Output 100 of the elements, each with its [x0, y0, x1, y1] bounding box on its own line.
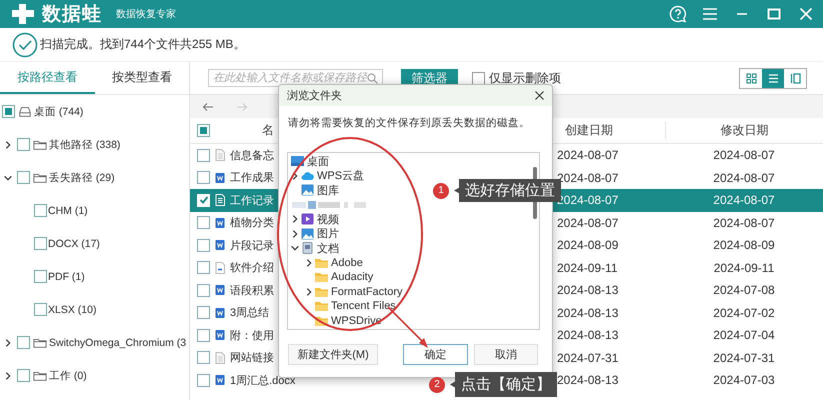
tree-item[interactable]: SwitchyOmega_Chromium (3 [49, 336, 186, 348]
checkbox[interactable] [34, 204, 47, 217]
dialog-button[interactable]: 取消 [474, 344, 538, 365]
column-header[interactable]: 创建日期 [565, 123, 613, 137]
checkbox[interactable] [197, 148, 210, 162]
chevron-right-icon[interactable] [3, 370, 13, 380]
folder-item[interactable]: 桌面 [307, 154, 329, 169]
chevron-right-icon[interactable] [3, 338, 13, 348]
word-file-icon [215, 284, 225, 296]
checkbox[interactable] [17, 369, 30, 382]
checkbox[interactable] [34, 270, 47, 283]
chevron-right-icon[interactable] [290, 228, 300, 239]
table-cell-text: 2024-08-07 [712, 170, 776, 187]
tree-item[interactable]: XLSX (10) [48, 304, 96, 316]
table-cell-text: 2024-08-07 [556, 214, 620, 232]
checkbox[interactable] [197, 216, 210, 230]
table-cell[interactable]: 语段积累 [190, 279, 278, 302]
chevron-right-icon[interactable] [290, 214, 300, 224]
folder-item[interactable]: 图片 [317, 226, 339, 242]
view-tab[interactable]: 按路径查看 [0, 62, 94, 94]
chevron-right-icon[interactable] [3, 140, 13, 150]
folder-icon [33, 336, 47, 349]
checkbox[interactable] [197, 124, 210, 137]
checkbox[interactable] [17, 138, 30, 151]
table-cell[interactable]: 片段记录 [190, 234, 278, 256]
table-cell-text: 2024-08-13 [556, 304, 620, 322]
menu-icon[interactable] [701, 5, 719, 23]
checkbox[interactable] [197, 351, 210, 364]
column-header[interactable]: 修改日期 [665, 122, 823, 139]
dialog-title: 浏览文件夹 [287, 88, 343, 103]
file-name: 附：使用 [230, 328, 274, 343]
table-cell-text: 2024-08-07 [556, 147, 620, 164]
word-file-icon [215, 306, 225, 319]
table-cell[interactable]: 植物分类 [190, 212, 278, 234]
checkbox[interactable] [17, 171, 30, 184]
folder-item[interactable]: 图库 [317, 182, 339, 198]
checkbox[interactable] [197, 284, 210, 297]
table-cell[interactable]: 网站链接 [190, 346, 278, 369]
step-number: 2 [429, 376, 445, 392]
tree-item[interactable]: 桌面 (744) [34, 104, 84, 118]
checkbox[interactable] [197, 374, 210, 387]
table-cell-text: 2024-08-09 [712, 237, 776, 254]
table-cell[interactable]: 工作记录 [190, 189, 278, 212]
checkbox[interactable] [197, 306, 210, 320]
table-cell-text: 2024-07-08 [712, 282, 776, 300]
close-icon[interactable] [535, 91, 544, 100]
table-cell[interactable]: 附：使用 [190, 324, 278, 346]
table-cell[interactable]: 3周总结 [190, 302, 278, 324]
checkbox[interactable] [197, 328, 210, 342]
folder-item[interactable]: WPSDrive [331, 314, 382, 327]
folder-item[interactable]: FormatFactory [331, 286, 403, 298]
column-header[interactable]: 名 [262, 122, 274, 139]
checkbox[interactable] [197, 238, 210, 252]
table-cell[interactable]: 软件介绍 [190, 256, 278, 279]
word-file-icon [215, 172, 225, 184]
folder-icon [315, 271, 328, 284]
view-tab[interactable]: 按类型查看 [94, 62, 189, 94]
checkbox[interactable] [17, 336, 30, 349]
view-mode-button[interactable] [762, 68, 784, 88]
chevron-right-icon[interactable] [304, 286, 314, 297]
table-cell[interactable]: 信息备忘 [190, 144, 278, 166]
table-cell-text: 2024-08-13 [556, 372, 620, 390]
scan-status: 扫描完成。找到744个文件共255 MB。 [40, 36, 246, 53]
tree-item[interactable]: 工作 (0) [49, 368, 87, 382]
dialog-button[interactable]: 新建文件夹(M) [288, 344, 378, 365]
table-cell-text: 2024-08-13 [556, 327, 620, 344]
table-cell-text: 2024-07-04 [712, 327, 776, 344]
file-name: 工作记录 [230, 194, 274, 208]
table-cell[interactable]: 1周汇总.docx [190, 369, 298, 392]
tree-item[interactable]: DOCX (17) [48, 238, 100, 250]
checkbox[interactable] [34, 303, 47, 316]
table-cell: 2024-08-07 [665, 189, 823, 212]
folder-item[interactable]: Audacity [331, 271, 374, 284]
folder-item[interactable]: 文档 [317, 240, 339, 256]
checkbox[interactable] [197, 171, 210, 184]
checkbox[interactable] [34, 237, 47, 250]
help-icon[interactable] [669, 5, 687, 23]
file-name: 网站链接 [230, 350, 274, 366]
folder-item[interactable]: WPS云盘 [317, 168, 364, 184]
checkbox[interactable] [197, 261, 210, 274]
checkbox[interactable] [472, 72, 485, 84]
tree-item[interactable]: 丢失路径 (29) [49, 170, 115, 184]
folder-item[interactable]: Tencent Files [331, 300, 396, 312]
folder-item[interactable]: 视频 [317, 212, 339, 227]
back-arrow-icon[interactable] [202, 102, 214, 112]
dialog-button[interactable]: 确定 [403, 344, 468, 365]
tree-item[interactable]: CHM (1) [48, 204, 88, 216]
table-cell[interactable]: 工作成果 [190, 166, 278, 189]
checkbox[interactable] [2, 105, 15, 118]
app-subtitle: 数据恢复专家 [116, 8, 176, 21]
tree-item[interactable]: 其他路径 (338) [49, 138, 120, 152]
file-name: 信息备忘 [230, 148, 274, 163]
logo-icon [10, 3, 36, 25]
chevron-right-icon[interactable] [290, 170, 300, 181]
table-cell-text: 2024-08-07 [712, 147, 776, 164]
dialog-message: 请勿将需要恢复的文件保存到原丢失数据的磁盘。 [288, 116, 531, 130]
chevron-right-icon[interactable] [304, 258, 314, 268]
tree-item[interactable]: PDF (1) [48, 270, 85, 282]
folder-item[interactable]: Adobe [331, 256, 363, 269]
search-icon[interactable] [367, 72, 378, 84]
